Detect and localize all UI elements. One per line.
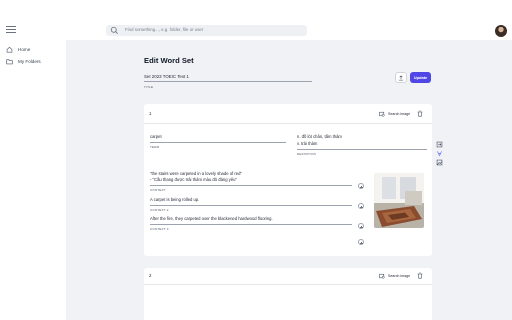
trash-icon[interactable] [417,110,423,117]
search-placeholder: Find something..., e.g. folder, file or … [125,26,204,32]
image-search-icon [379,111,385,117]
word-card: 2 Search image [144,268,432,320]
page-title: Edit Word Set [144,56,194,65]
add-context-button[interactable] [358,239,364,245]
set-title-input[interactable]: Set 2023 TOEIC Test 1 [144,74,312,82]
context-line[interactable]: A carpet is being rolled up. [150,197,199,202]
update-button[interactable]: Update [410,72,431,83]
context-label: CONTEXT 3 [150,227,169,231]
definition-underline [297,149,427,150]
search-image-button[interactable]: Search image [379,111,410,117]
trash-icon[interactable] [417,272,423,279]
card-side-tools [436,135,444,166]
definition-line[interactable]: v. trải thảm [297,141,317,146]
context-label: CONTEXT [150,188,166,192]
add-context-button[interactable] [358,223,364,229]
upload-button[interactable] [395,72,407,83]
sidebar-item-my-folders[interactable]: My Folders [6,57,41,65]
card-number: 1 [149,111,152,116]
image-icon[interactable] [436,153,443,166]
top-bar: Find something..., e.g. folder, file or … [0,0,512,40]
translate-icon[interactable] [436,144,443,157]
card-number: 2 [149,273,152,278]
search-image-button[interactable]: Search image [379,273,410,279]
carpet-photo [374,173,424,228]
add-context-button[interactable] [358,203,364,209]
context-line[interactable]: "the stairs were carpeted in a lovely sh… [150,171,242,176]
search-image-label: Search image [388,112,411,116]
context-line[interactable]: - "Cầu thang được trải thảm màu đỏ đáng … [150,177,237,182]
context-underline [150,185,352,186]
image-search-icon [379,273,385,279]
card-divider [144,284,432,285]
card-image[interactable] [374,173,424,228]
sidebar: Home My Folders [0,40,66,320]
hamburger-menu-icon[interactable] [6,26,16,34]
context-underline [150,205,352,206]
home-icon [6,46,13,52]
term-input[interactable]: carpet [150,134,162,139]
definition-label: DEFINITION [297,152,316,156]
swap-icon[interactable] [436,135,443,148]
search-image-label: Search image [388,274,411,278]
upload-icon [398,75,404,80]
sidebar-item-label: Home [18,46,31,52]
definition-line[interactable]: n. đồ lót chân, tấm thảm [297,134,342,139]
context-line[interactable]: After the fire, they carpeted over the b… [150,216,273,221]
add-context-button[interactable] [358,183,364,189]
context-label: CONTEXT 2 [150,208,169,212]
context-underline [150,224,352,225]
card-divider [144,123,432,124]
sidebar-item-home[interactable]: Home [6,45,30,53]
search-icon [110,26,119,35]
search-input[interactable]: Find something..., e.g. folder, file or … [106,25,307,36]
term-label: TERM [150,145,160,149]
avatar[interactable] [495,25,507,37]
set-title-label: TITLE [144,85,154,89]
folder-icon [6,58,13,64]
sidebar-item-label: My Folders [18,58,41,64]
term-underline [150,142,286,143]
